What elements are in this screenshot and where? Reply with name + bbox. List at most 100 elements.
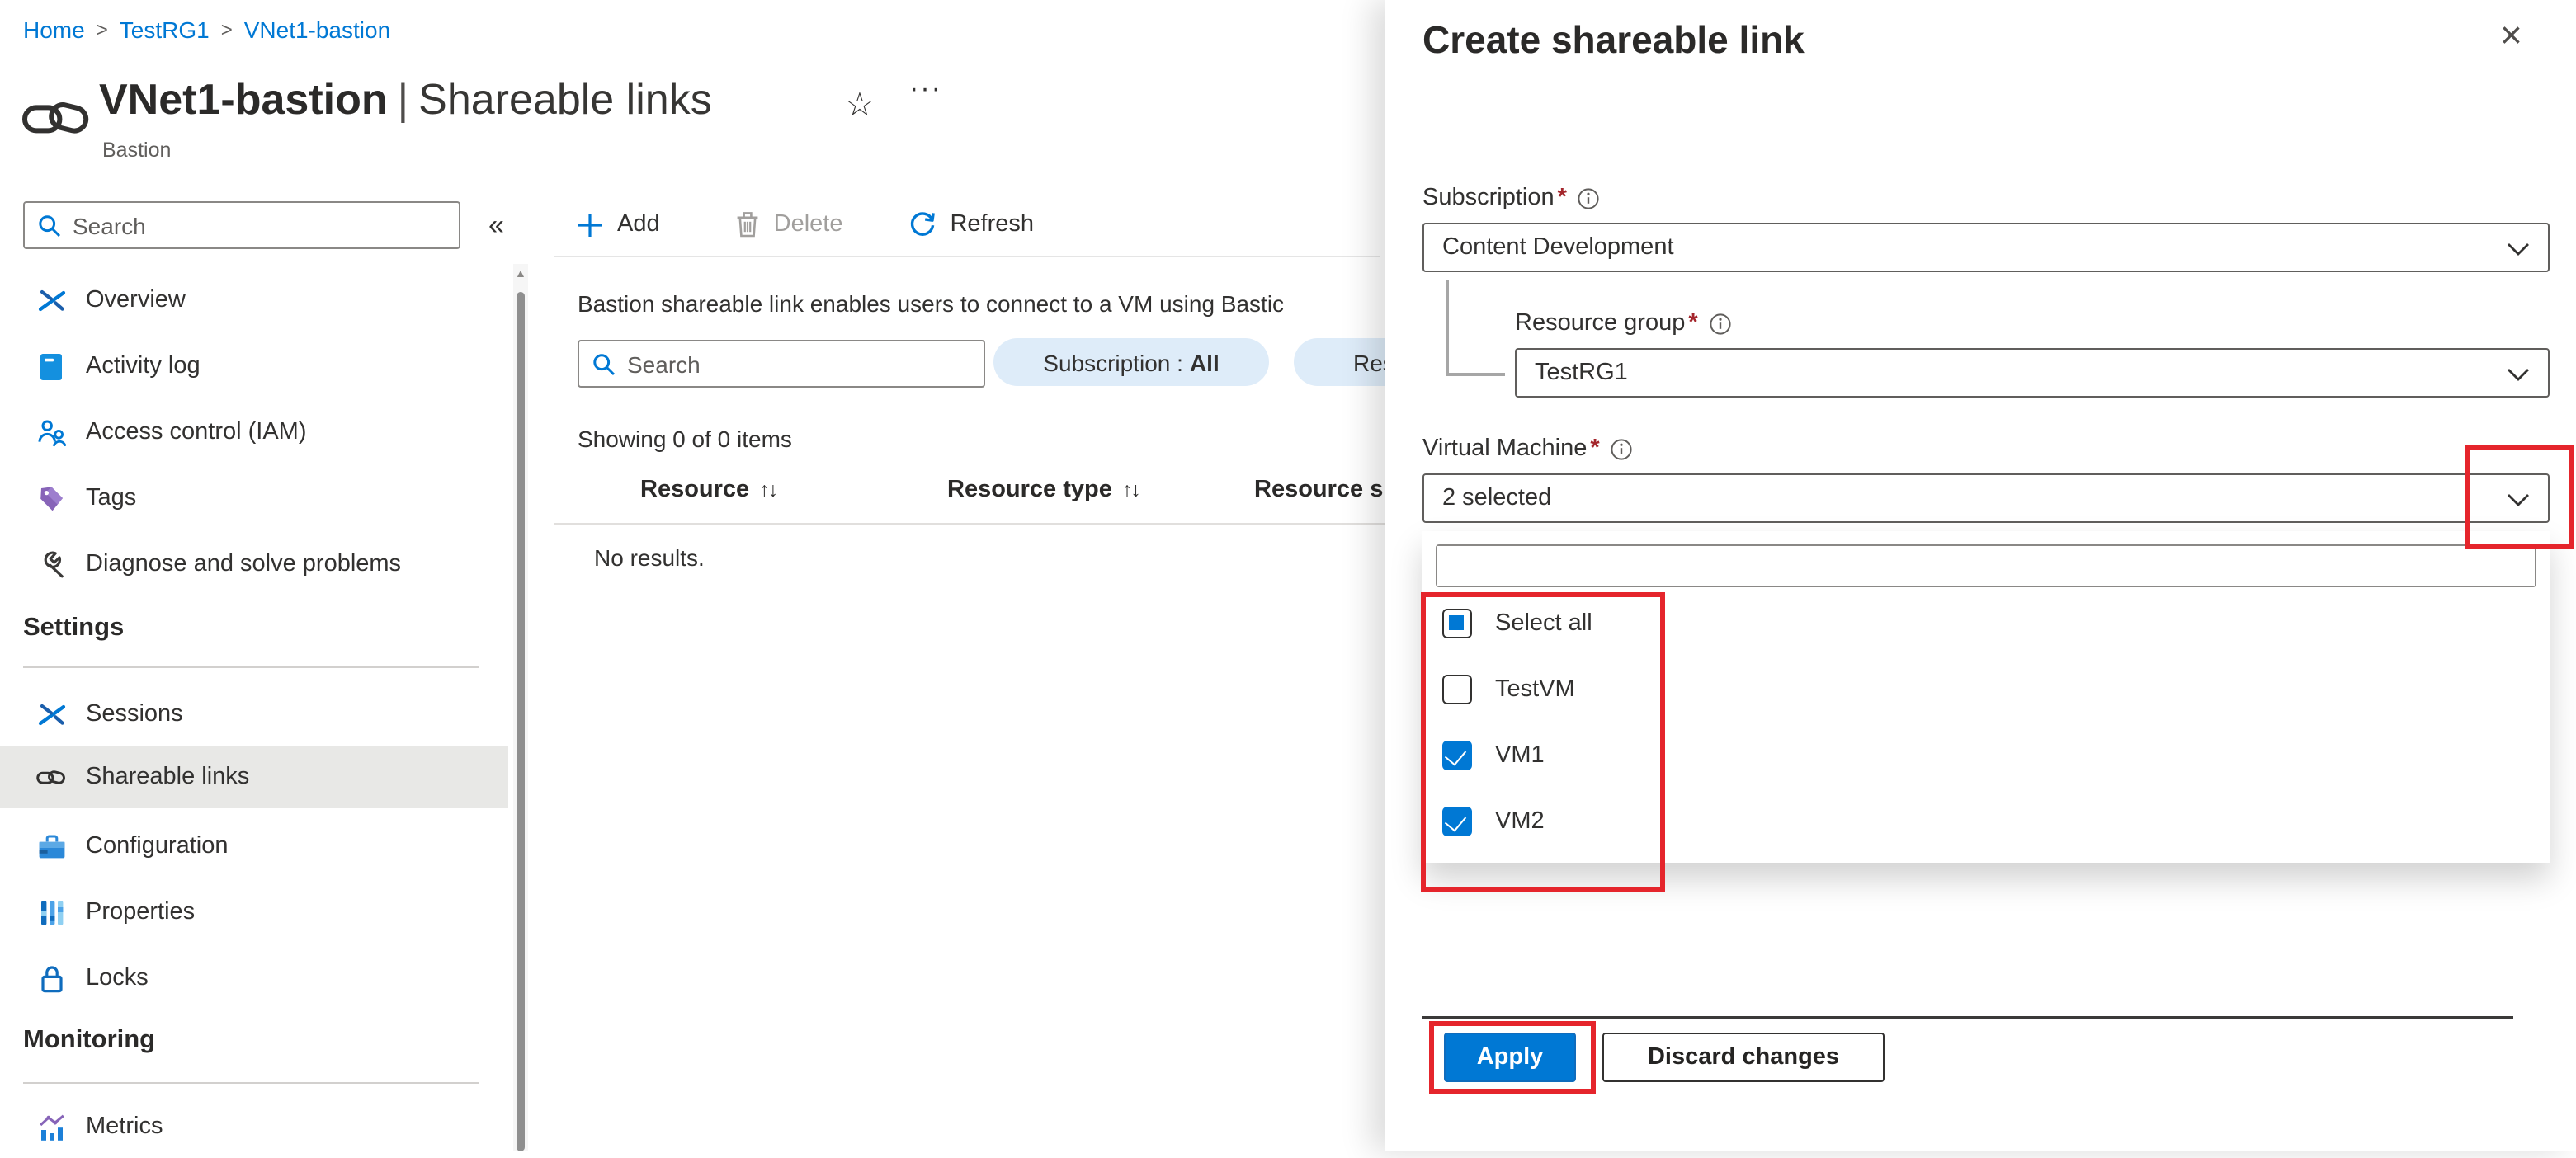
sidebar-item-label: Shareable links (86, 764, 249, 790)
column-header-resource-type[interactable]: Resource type↑↓ (947, 477, 1139, 503)
resource-name: VNet1-bastion (99, 74, 388, 124)
filter-value: All (1190, 349, 1220, 375)
required-asterisk: * (1590, 435, 1599, 462)
vm-filter-input[interactable] (1437, 546, 2535, 586)
sidebar-item-configuration[interactable]: Configuration (0, 815, 508, 878)
divider (554, 523, 1385, 525)
sidebar-item-activity-log[interactable]: Activity log (0, 335, 508, 398)
virtual-machine-dropdown[interactable]: 2 selected (1422, 473, 2550, 523)
vm-option-vm1[interactable]: VM1 (1442, 736, 1545, 775)
checkbox-checked[interactable] (1442, 807, 1472, 836)
sidebar-item-label: Overview (86, 287, 186, 313)
vm-option-select-all[interactable]: Select all (1442, 604, 1592, 643)
sidebar-item-label: Sessions (86, 701, 183, 727)
favorite-star-icon[interactable]: ☆ (845, 84, 875, 125)
info-icon[interactable] (1578, 187, 1600, 209)
sidebar-item-label: Diagnose and solve problems (86, 551, 401, 577)
refresh-icon (908, 211, 935, 238)
breadcrumb-separator: > (221, 18, 233, 41)
indent-connector (1446, 280, 1448, 374)
shareable-links-icon (36, 765, 66, 789)
metrics-icon (36, 1113, 66, 1141)
vm-dropdown-flyout: Select all TestVM VM1 VM2 (1422, 531, 2550, 863)
vm-filter-box[interactable] (1436, 544, 2536, 587)
sidebar-item-metrics[interactable]: Metrics (0, 1095, 508, 1158)
title-separator: | (388, 74, 419, 124)
subscription-label: Subscription* (1422, 185, 1600, 211)
more-options-icon[interactable]: ··· (909, 73, 942, 106)
lock-icon (36, 964, 66, 992)
tags-icon (36, 484, 66, 512)
subscription-filter-pill[interactable]: Subscription : All (993, 338, 1269, 386)
list-search[interactable] (578, 340, 985, 388)
vm-option-vm2[interactable]: VM2 (1442, 802, 1545, 841)
empty-table-message: No results. (594, 544, 705, 571)
sidebar-item-tags[interactable]: Tags (0, 467, 508, 530)
info-icon[interactable] (1710, 313, 1731, 334)
virtual-machine-value: 2 selected (1442, 485, 1551, 511)
search-icon (592, 352, 616, 375)
resource-group-value: TestRG1 (1535, 360, 1628, 386)
resource-group-label: Resource group* (1515, 310, 1731, 337)
sidebar-item-locks[interactable]: Locks (0, 947, 508, 1010)
sidebar-item-properties[interactable]: Properties (0, 881, 508, 944)
checkbox-unchecked[interactable] (1442, 675, 1472, 704)
apply-button[interactable]: Apply (1444, 1033, 1576, 1082)
blade-name: Shareable links (418, 74, 712, 124)
column-header-resource[interactable]: Resource↑↓ (640, 477, 776, 503)
breadcrumb-testrg1[interactable]: TestRG1 (120, 16, 210, 43)
breadcrumb-separator: > (97, 18, 108, 41)
option-label: VM2 (1495, 808, 1545, 835)
option-label: TestVM (1495, 676, 1575, 703)
sidebar-item-label: Access control (IAM) (86, 419, 307, 445)
sessions-icon (36, 702, 66, 727)
indent-connector (1446, 373, 1505, 375)
chevron-down-icon (2507, 368, 2530, 381)
breadcrumb-vnet1-bastion[interactable]: VNet1-bastion (244, 16, 390, 43)
sidebar-item-shareable-links[interactable]: Shareable links (0, 746, 508, 808)
sidebar-item-overview[interactable]: Overview (0, 269, 508, 332)
activity-log-icon (36, 352, 66, 380)
search-icon (38, 214, 61, 237)
sidebar-item-label: Metrics (86, 1113, 163, 1140)
info-icon[interactable] (1611, 438, 1633, 459)
virtual-machine-label: Virtual Machine* (1422, 435, 1633, 462)
checkbox-indeterminate[interactable] (1442, 609, 1472, 638)
overview-icon (36, 288, 66, 313)
plus-icon (578, 212, 602, 237)
subscription-dropdown[interactable]: Content Development (1422, 223, 2550, 272)
item-count: Showing 0 of 0 items (578, 426, 792, 452)
breadcrumb: Home > TestRG1 > VNet1-bastion (23, 16, 390, 43)
sidebar-search-input[interactable] (73, 212, 446, 238)
sidebar-search[interactable] (23, 201, 460, 249)
vm-option-testvm[interactable]: TestVM (1442, 670, 1575, 709)
chevron-down-icon (2507, 493, 2530, 506)
panel-title: Create shareable link (1422, 18, 1805, 63)
sidebar-item-diagnose[interactable]: Diagnose and solve problems (0, 533, 508, 595)
sidebar-item-access-control[interactable]: Access control (IAM) (0, 401, 508, 464)
bastion-link-icon (21, 92, 91, 145)
checkbox-checked[interactable] (1442, 741, 1472, 770)
sidebar-scrollbar[interactable]: ▲ (513, 264, 528, 1151)
add-button[interactable]: Add (578, 211, 660, 238)
sidebar-item-sessions[interactable]: Sessions (0, 683, 508, 746)
collapse-sidebar-icon[interactable]: « (488, 209, 504, 242)
filter-label: Subscription : (1043, 349, 1183, 375)
discard-changes-button[interactable]: Discard changes (1602, 1033, 1885, 1082)
scroll-up-icon[interactable]: ▲ (515, 269, 526, 280)
sidebar-item-label: Configuration (86, 833, 229, 859)
divider (23, 666, 479, 668)
scrollbar-thumb[interactable] (517, 292, 525, 1151)
command-bar: Add Delete Refresh (578, 198, 1034, 251)
column-header-resource-state[interactable]: Resource s (1254, 477, 1383, 503)
sort-icon: ↑↓ (759, 478, 776, 501)
resource-group-dropdown[interactable]: TestRG1 (1515, 348, 2550, 398)
list-search-input[interactable] (627, 351, 970, 377)
refresh-button[interactable]: Refresh (908, 211, 1034, 238)
option-label: VM1 (1495, 742, 1545, 769)
close-icon[interactable]: × (2500, 16, 2522, 54)
required-asterisk: * (1558, 185, 1567, 211)
breadcrumb-home[interactable]: Home (23, 16, 85, 43)
create-shareable-link-panel: Create shareable link × Subscription* Co… (1385, 0, 2576, 1151)
delete-button[interactable]: Delete (736, 211, 843, 238)
